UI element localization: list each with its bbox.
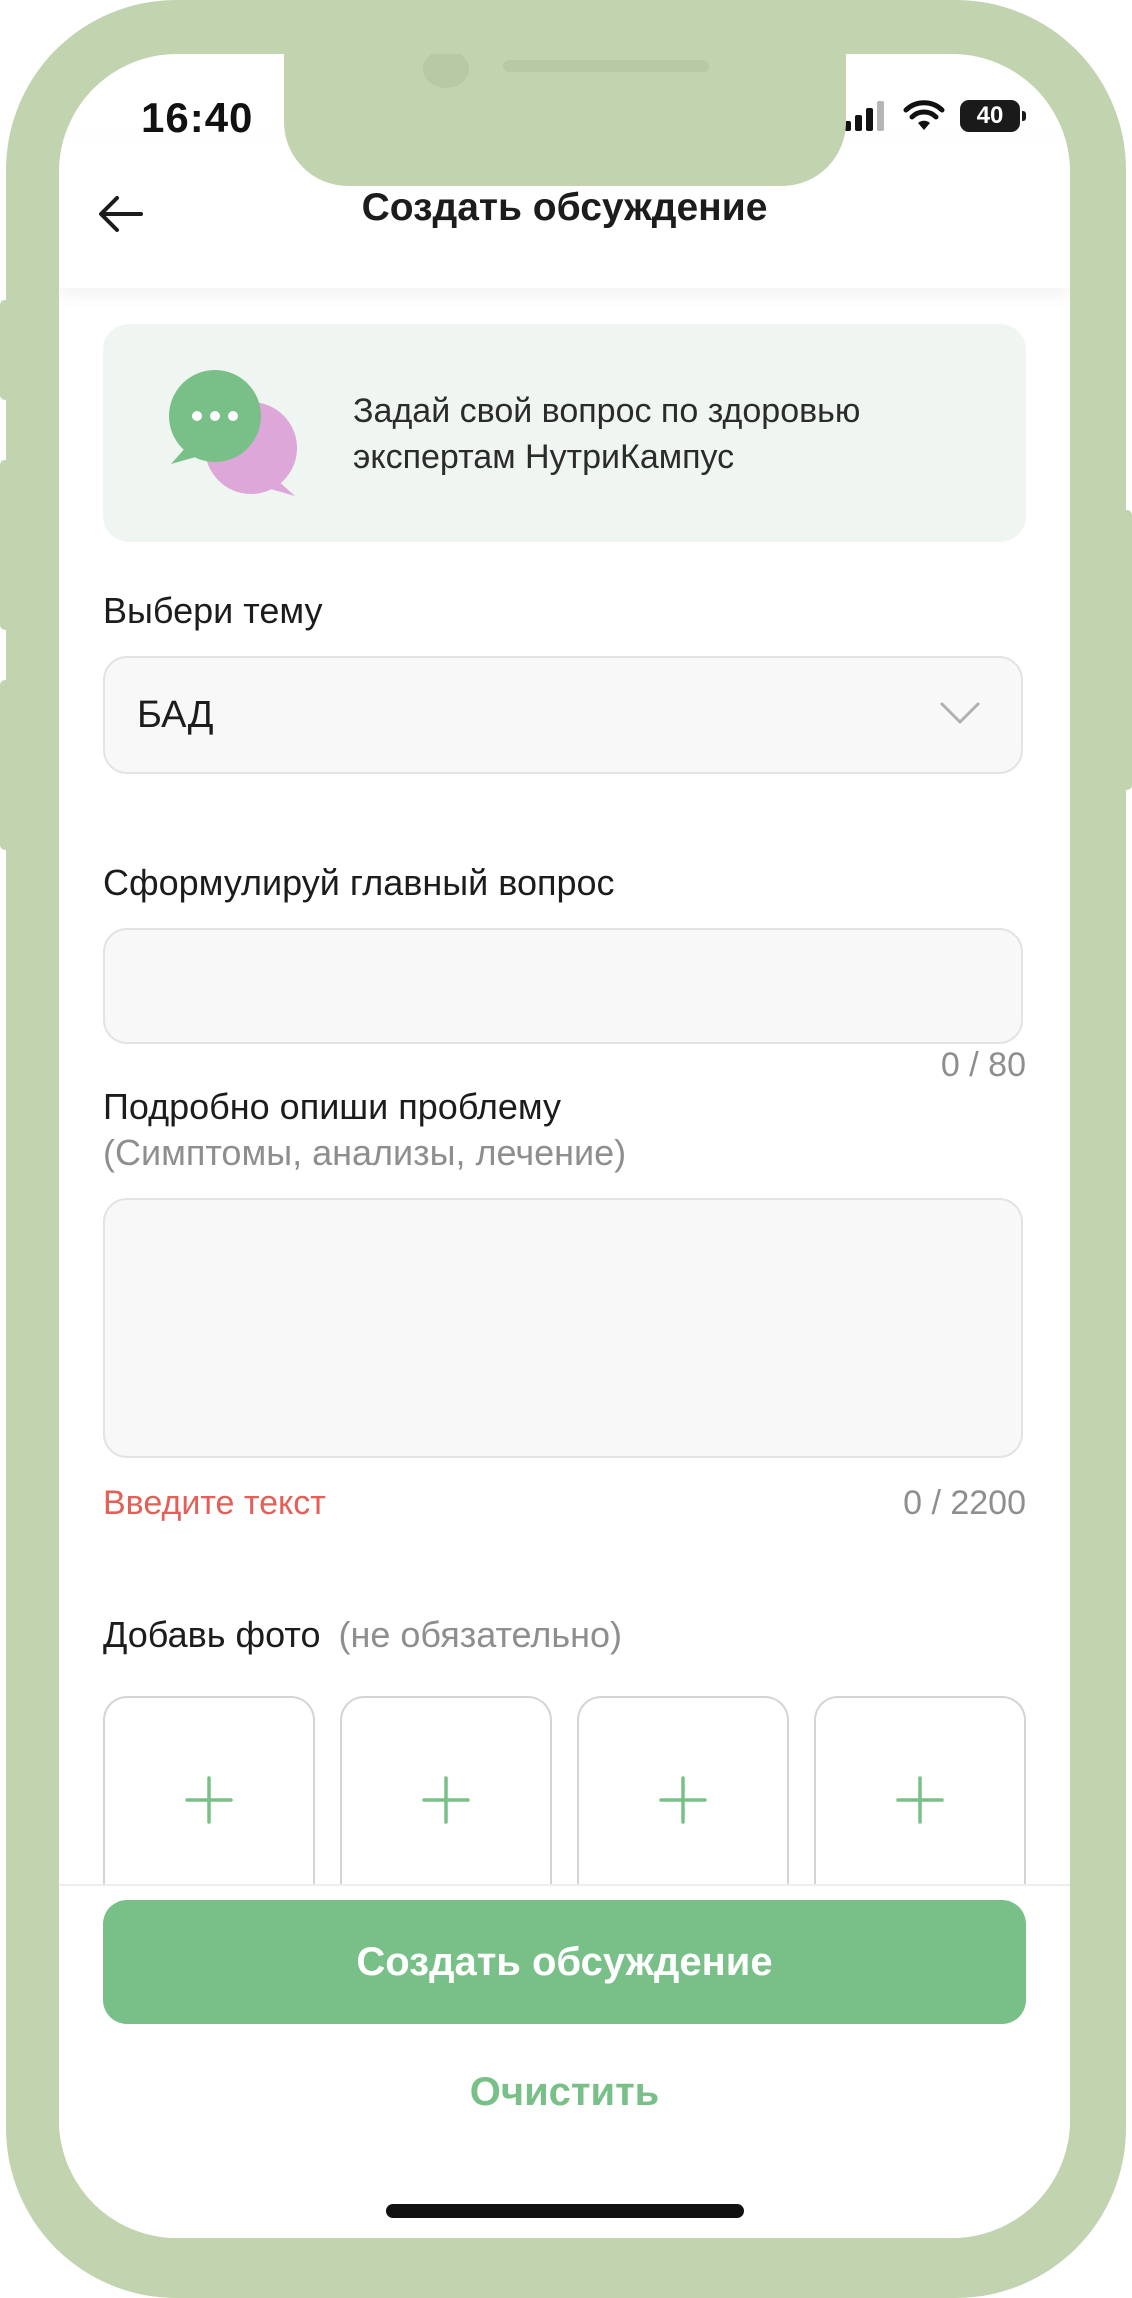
photos-label: Добавь фото (не обязательно) [103,1614,622,1656]
speaker [503,60,709,72]
topic-label: Выбери тему [103,590,323,631]
page-title: Создать обсуждение [361,186,768,229]
topic-select[interactable]: БАД [103,656,1023,774]
topic-selected-value: БАД [137,694,214,736]
status-icons: 40 [844,100,1026,132]
details-counter: 0 / 2200 [903,1484,1026,1522]
status-time: 16:40 [141,94,254,141]
details-error-text: Введите текст [103,1484,326,1522]
wifi-icon [903,100,945,130]
plus-icon [185,1776,233,1824]
side-button-left-2 [0,460,10,630]
info-card: Задай свой вопрос по здоровью экспертам … [103,324,1026,542]
photos-label-text: Добавь фото [103,1614,321,1655]
home-indicator [386,2204,744,2218]
create-discussion-button[interactable]: Создать обсуждение [103,1900,1026,2024]
details-textarea[interactable] [103,1198,1023,1458]
side-button-right [1122,510,1132,790]
signal-icon [844,101,884,131]
bottom-action-bar: Создать обсуждение Очистить [59,1884,1070,2238]
question-input[interactable] [103,928,1023,1044]
plus-icon [896,1776,944,1824]
side-button-left-1 [0,300,10,400]
notch [284,54,846,186]
battery-icon: 40 [960,100,1026,132]
camera [423,54,469,88]
photos-optional-text: (не обязательно) [338,1614,623,1655]
side-button-left-3 [0,680,10,850]
clear-button[interactable]: Очистить [59,2070,1070,2115]
phone-screen: 16:40 40 Создать обсуждение Задай свой в… [59,54,1070,2238]
chevron-down-icon [940,702,980,724]
details-sublabel: (Симптомы, анализы, лечение) [103,1132,627,1173]
plus-icon [659,1776,707,1824]
chat-bubbles-icon [169,370,297,496]
question-counter: 0 / 80 [940,1046,1026,1084]
plus-icon [422,1776,470,1824]
question-label: Сформулируй главный вопрос [103,862,615,903]
info-text: Задай свой вопрос по здоровью экспертам … [353,392,861,476]
details-label: Подробно опиши проблему [103,1086,562,1127]
